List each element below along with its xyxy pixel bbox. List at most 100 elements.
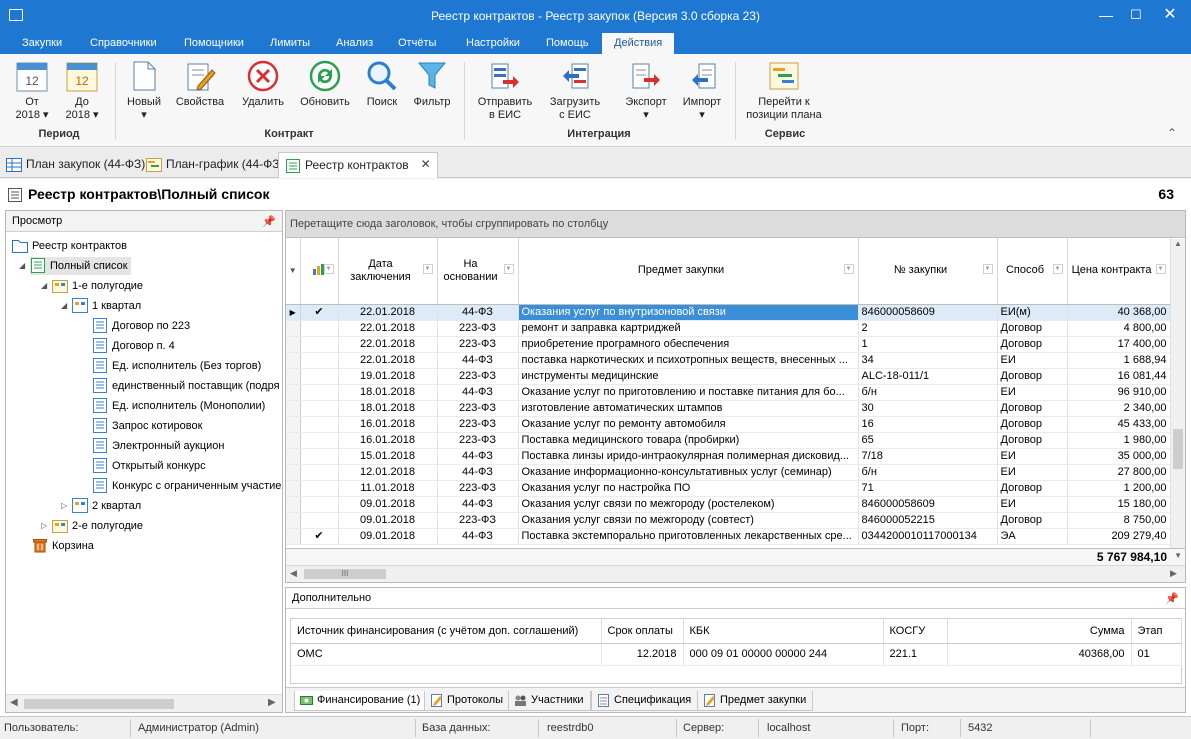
pin-icon[interactable]: 📌 xyxy=(262,215,276,228)
menu-reports[interactable]: Отчёты xyxy=(398,37,436,49)
grid-vertical-scrollbar[interactable]: ▲ xyxy=(1170,239,1185,548)
import-button[interactable]: Импорт ▾ xyxy=(678,60,726,122)
cell-check[interactable] xyxy=(300,496,339,513)
header-kosgu[interactable]: КОСГУ xyxy=(883,619,948,644)
table-row[interactable]: 22.01.2018 223-ФЗ ремонт и заправка картри… xyxy=(286,320,1171,337)
tree-node-limited-tender[interactable]: Конкурс с ограниченным участие xyxy=(92,477,281,495)
group-panel[interactable]: Перетащите сюда заголовок, чтобы сгруппи… xyxy=(286,211,1185,238)
filter-icon[interactable]: ▼ xyxy=(503,264,514,274)
tab-financing[interactable]: Финансирование (1) xyxy=(294,691,428,711)
table-row[interactable]: 09.01.2018 223-ФЗ Оказания услуг связи по … xyxy=(286,512,1171,529)
filter-icon[interactable]: ▼ xyxy=(1155,264,1166,274)
cell-check[interactable]: ✔ xyxy=(300,304,339,321)
scroll-thumb[interactable]: III xyxy=(304,569,386,579)
header-date[interactable]: Дата заключения ▼ xyxy=(338,238,438,305)
collapse-icon[interactable]: ◢ xyxy=(19,257,25,275)
menu-limits[interactable]: Лимиты xyxy=(270,37,310,49)
table-row[interactable]: 09.01.2018 44-ФЗ Оказания услуг связи по м… xyxy=(286,496,1171,513)
expand-icon[interactable]: ▷ xyxy=(41,517,47,535)
cell-check[interactable] xyxy=(300,448,339,465)
tab-specification[interactable]: Спецификация xyxy=(591,691,699,711)
menu-settings[interactable]: Настройки xyxy=(466,37,520,49)
cell-check[interactable] xyxy=(300,512,339,529)
filter-icon[interactable]: ▼ xyxy=(323,264,334,274)
maximize-button[interactable]: ☐ xyxy=(1119,0,1153,32)
collapse-icon[interactable]: ◢ xyxy=(41,277,47,295)
filter-icon[interactable]: ▼ xyxy=(1052,264,1063,274)
filter-icon[interactable]: ▼ xyxy=(843,264,854,274)
tree-node-e-auction[interactable]: Электронный аукцион xyxy=(92,437,225,455)
table-row[interactable]: ✔ 09.01.2018 44-ФЗ Поставка экстемпорально … xyxy=(286,528,1171,545)
cell-check[interactable] xyxy=(300,464,339,481)
menu-assistants[interactable]: Помощники xyxy=(184,37,244,49)
cell-check[interactable] xyxy=(300,352,339,369)
cell-check[interactable] xyxy=(300,432,339,449)
table-row[interactable]: 18.01.2018 223-ФЗ изготовление автоматичес… xyxy=(286,400,1171,417)
scroll-right-icon[interactable]: ▶ xyxy=(268,697,276,708)
properties-button[interactable]: Свойства xyxy=(173,60,227,109)
collapse-icon[interactable]: ◢ xyxy=(61,297,67,315)
scroll-down-icon[interactable]: ▼ xyxy=(1174,551,1182,560)
table-row[interactable]: 18.01.2018 44-ФЗ Оказание услуг по пригото… xyxy=(286,384,1171,401)
pin-icon[interactable]: 📌 xyxy=(1165,592,1179,605)
scroll-left-icon[interactable]: ◀ xyxy=(10,697,18,708)
tab-participants[interactable]: Участники xyxy=(508,691,591,711)
header-price[interactable]: Цена контракта ▼ xyxy=(1067,238,1171,305)
period-to-button[interactable]: 12 До 2018 ▾ xyxy=(60,60,104,122)
header-method[interactable]: Способ ▼ xyxy=(997,238,1068,305)
close-window-button[interactable]: ✕ xyxy=(1153,0,1187,32)
header-indicator[interactable]: ▼ xyxy=(286,238,301,305)
table-row[interactable]: 11.01.2018 223-ФЗ Оказания услуг по настро… xyxy=(286,480,1171,497)
tree-node-single-supplier[interactable]: единственный поставщик (подря xyxy=(92,377,280,395)
table-row[interactable]: 22.01.2018 223-ФЗ приобретение програмного… xyxy=(286,336,1171,353)
menu-analysis[interactable]: Анализ xyxy=(336,37,373,49)
collapse-ribbon-icon[interactable]: ⌃ xyxy=(1167,126,1177,140)
table-row[interactable]: 12.01.2018 44-ФЗ Оказание информационно-ко… xyxy=(286,464,1171,481)
header-menu-icon[interactable]: ▼ xyxy=(289,266,297,275)
cell-check[interactable] xyxy=(300,480,339,497)
goto-plan-position-button[interactable]: Перейти к позиции плана xyxy=(744,60,824,122)
financing-row[interactable]: ОМС 12.2018 000 09 01 00000 00000 244 22… xyxy=(291,643,1182,666)
tree-node-contract-223[interactable]: Договор по 223 xyxy=(92,317,190,335)
filter-icon[interactable]: ▼ xyxy=(422,264,433,274)
header-subject[interactable]: Предмет закупки ▼ xyxy=(518,238,859,305)
menu-references[interactable]: Справочники xyxy=(90,37,157,49)
cell-check[interactable] xyxy=(300,400,339,417)
menu-purchases[interactable]: Закупки xyxy=(22,37,62,49)
minimize-button[interactable]: — xyxy=(1089,0,1123,32)
tab-purchase-plan[interactable]: План закупок (44-ФЗ) xyxy=(0,152,151,178)
table-row[interactable]: 16.01.2018 223-ФЗ Оказание услуг по ремонт… xyxy=(286,416,1171,433)
tree-horizontal-scrollbar[interactable]: ◀ ▶ xyxy=(6,694,282,712)
tab-protocols[interactable]: Протоколы xyxy=(424,691,511,711)
filter-button[interactable]: Фильтр xyxy=(410,60,454,109)
tab-plan-schedule[interactable]: План-график (44-ФЗ) xyxy=(140,152,290,178)
header-term[interactable]: Срок оплаты xyxy=(601,619,684,644)
export-button[interactable]: Экспорт ▾ xyxy=(622,60,670,122)
table-row[interactable]: 22.01.2018 44-ФЗ поставка наркотических и … xyxy=(286,352,1171,369)
scroll-up-icon[interactable]: ▲ xyxy=(1174,239,1182,248)
header-sum[interactable]: Сумма xyxy=(947,619,1132,644)
tab-purchase-subject[interactable]: Предмет закупки xyxy=(697,691,814,711)
header-stage[interactable]: Этап xyxy=(1131,619,1182,644)
header-check[interactable]: ▼ xyxy=(300,238,339,305)
tree-node-contract-p4[interactable]: Договор п. 4 xyxy=(92,337,175,355)
cell-check[interactable] xyxy=(300,336,339,353)
scroll-thumb[interactable] xyxy=(24,699,174,709)
period-from-button[interactable]: 12 От 2018 ▾ xyxy=(10,60,54,122)
expand-icon[interactable]: ▷ xyxy=(61,497,67,515)
tree-node-full-list[interactable]: ◢ Полный список xyxy=(19,257,131,275)
tree-node-half2[interactable]: ▷ 2-е полугодие xyxy=(41,517,143,535)
tree-node-monopoly[interactable]: Ед. исполнитель (Монополии) xyxy=(92,397,265,415)
tab-contract-registry[interactable]: Реестр контрактов ✕ xyxy=(278,152,438,178)
cell-check[interactable]: ✔ xyxy=(300,528,339,545)
table-row[interactable]: 19.01.2018 223-ФЗ инструменты медицинские A… xyxy=(286,368,1171,385)
scroll-thumb[interactable] xyxy=(1173,429,1183,469)
grid-horizontal-scrollbar[interactable]: ◀ III ▶ xyxy=(286,565,1185,582)
filter-icon[interactable]: ▼ xyxy=(982,264,993,274)
table-row[interactable]: 15.01.2018 44-ФЗ Поставка линзы иридо-интр… xyxy=(286,448,1171,465)
scroll-left-icon[interactable]: ◀ xyxy=(290,568,297,579)
cell-check[interactable] xyxy=(300,320,339,337)
scroll-right-icon[interactable]: ▶ xyxy=(1170,568,1177,579)
delete-button[interactable]: Удалить xyxy=(236,60,290,109)
table-row[interactable]: ▶ ✔ 22.01.2018 44-ФЗ Оказания услуг по внутр… xyxy=(286,304,1171,321)
